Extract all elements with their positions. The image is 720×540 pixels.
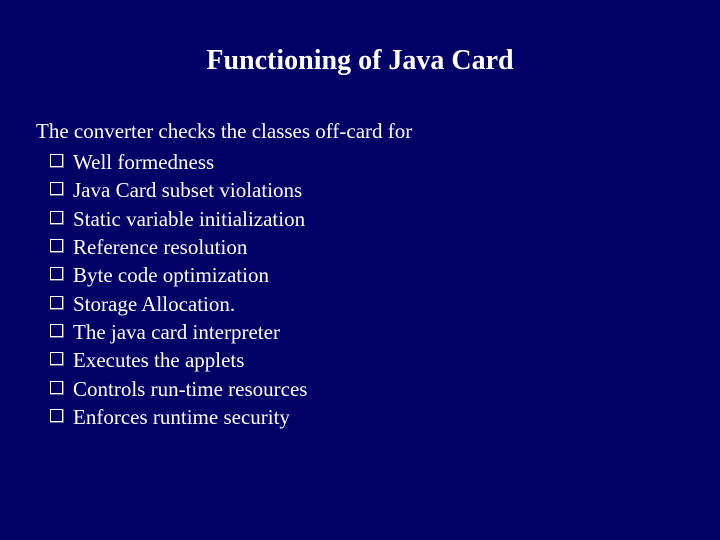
list-item: The java card interpreter xyxy=(50,318,684,346)
square-bullet-icon xyxy=(50,267,63,280)
list-item: Java Card subset violations xyxy=(50,176,684,204)
square-bullet-icon xyxy=(50,211,63,224)
bullet-text: Storage Allocation. xyxy=(73,290,235,318)
bullet-text: The java card interpreter xyxy=(73,318,280,346)
slide-title: Functioning of Java Card xyxy=(36,45,684,77)
square-bullet-icon xyxy=(50,154,63,167)
intro-text: The converter checks the classes off-car… xyxy=(36,119,684,144)
square-bullet-icon xyxy=(50,381,63,394)
list-item: Byte code optimization xyxy=(50,261,684,289)
list-item: Reference resolution xyxy=(50,233,684,261)
bullet-text: Static variable initialization xyxy=(73,205,305,233)
bullet-text: Byte code optimization xyxy=(73,261,269,289)
list-item: Executes the applets xyxy=(50,346,684,374)
bullet-text: Executes the applets xyxy=(73,346,244,374)
bullet-text: Enforces runtime security xyxy=(73,403,290,431)
square-bullet-icon xyxy=(50,239,63,252)
list-item: Well formedness xyxy=(50,148,684,176)
list-item: Controls run-time resources xyxy=(50,375,684,403)
bullet-list: Well formedness Java Card subset violati… xyxy=(36,148,684,431)
square-bullet-icon xyxy=(50,409,63,422)
bullet-text: Reference resolution xyxy=(73,233,247,261)
square-bullet-icon xyxy=(50,352,63,365)
slide: Functioning of Java Card The converter c… xyxy=(0,0,720,540)
square-bullet-icon xyxy=(50,324,63,337)
square-bullet-icon xyxy=(50,182,63,195)
list-item: Static variable initialization xyxy=(50,205,684,233)
bullet-text: Controls run-time resources xyxy=(73,375,307,403)
list-item: Enforces runtime security xyxy=(50,403,684,431)
bullet-text: Java Card subset violations xyxy=(73,176,302,204)
list-item: Storage Allocation. xyxy=(50,290,684,318)
bullet-text: Well formedness xyxy=(73,148,214,176)
square-bullet-icon xyxy=(50,296,63,309)
